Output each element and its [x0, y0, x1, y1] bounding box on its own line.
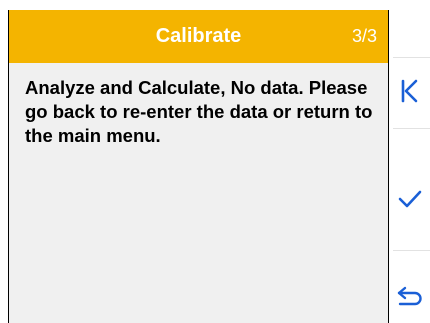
skip-back-icon: [399, 78, 421, 109]
divider: [393, 57, 430, 58]
divider: [393, 128, 430, 129]
content-panel: Calibrate 3/3 Analyze and Calculate, No …: [8, 10, 389, 323]
return-icon: [395, 284, 425, 313]
checkmark-icon: [397, 188, 423, 215]
title-bar: Calibrate 3/3: [9, 10, 388, 63]
page-indicator: 3/3: [351, 26, 377, 46]
calibrate-screen: Calibrate 3/3 Analyze and Calculate, No …: [0, 0, 430, 323]
side-toolbar: [389, 0, 430, 323]
status-message: Analyze and Calculate, No data. Please g…: [25, 77, 373, 146]
divider: [393, 250, 430, 251]
confirm-button[interactable]: [389, 171, 430, 231]
page-title: Calibrate: [155, 25, 242, 47]
back-to-start-button[interactable]: [389, 63, 430, 123]
return-button[interactable]: [389, 268, 430, 323]
